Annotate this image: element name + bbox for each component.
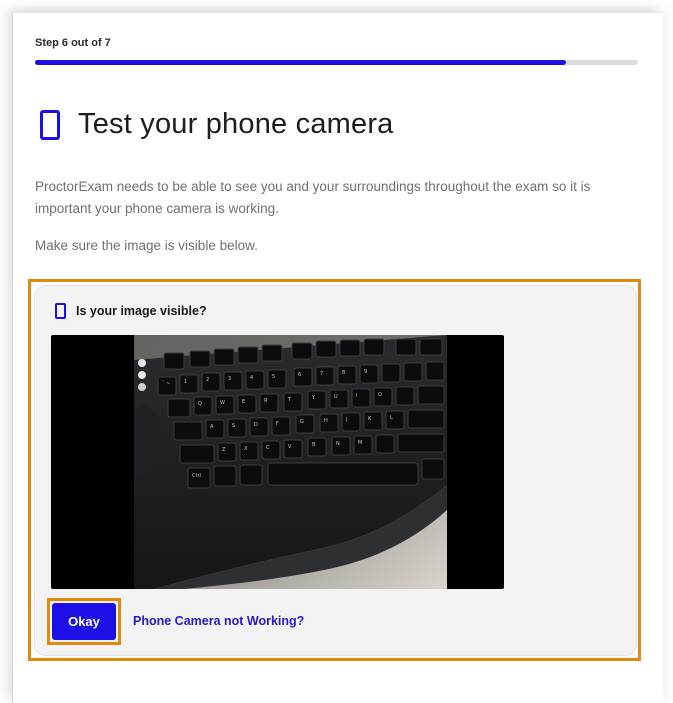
svg-text:S: S bbox=[232, 423, 235, 429]
svg-text:Z: Z bbox=[222, 447, 226, 453]
svg-text:8: 8 bbox=[342, 370, 345, 376]
svg-text:H: H bbox=[324, 418, 328, 424]
svg-text:M: M bbox=[358, 440, 362, 446]
svg-text:E: E bbox=[242, 399, 245, 405]
svg-text:V: V bbox=[288, 444, 292, 450]
svg-text:U: U bbox=[334, 394, 338, 400]
svg-text:I: I bbox=[356, 393, 357, 399]
camera-preview: ` ~ 123 456 789 QWE RTY UIO ASD FGH JKL … bbox=[51, 335, 504, 589]
svg-text:A: A bbox=[210, 424, 214, 430]
svg-text:F: F bbox=[276, 421, 279, 427]
card-question: Is your image visible? bbox=[76, 304, 207, 318]
progress-bar-fill bbox=[35, 60, 566, 65]
camera-check-card: Is your image visible? ` ~ 1 2 3 4 5 6 7… bbox=[34, 285, 637, 656]
svg-text:2: 2 bbox=[206, 377, 209, 383]
page-header: Test your phone camera bbox=[40, 108, 394, 141]
svg-text:N: N bbox=[336, 441, 340, 447]
svg-text:D: D bbox=[254, 422, 258, 428]
svg-text:1: 1 bbox=[184, 379, 187, 385]
phone-camera-not-working-link[interactable]: Phone Camera not Working? bbox=[133, 614, 304, 628]
description-text: ProctorExam needs to be able to see you … bbox=[35, 179, 591, 216]
svg-text:4: 4 bbox=[250, 375, 253, 381]
page-title: Test your phone camera bbox=[78, 108, 394, 140]
svg-text:Ctrl: Ctrl bbox=[192, 473, 201, 479]
svg-text:7: 7 bbox=[320, 371, 323, 377]
camera-feed-image: ` ~ 123 456 789 QWE RTY UIO ASD FGH JKL … bbox=[134, 335, 447, 589]
svg-text:6: 6 bbox=[298, 372, 301, 378]
card-header: Is your image visible? bbox=[55, 303, 207, 319]
svg-text:X: X bbox=[244, 446, 248, 452]
svg-text:9: 9 bbox=[364, 369, 367, 375]
phone-icon bbox=[40, 109, 60, 140]
svg-text:B: B bbox=[312, 442, 316, 448]
svg-text:R: R bbox=[264, 398, 268, 404]
phone-icon bbox=[55, 303, 66, 319]
svg-text:5: 5 bbox=[272, 374, 275, 380]
svg-text:C: C bbox=[266, 445, 270, 451]
svg-text:O: O bbox=[378, 392, 382, 398]
svg-text:L: L bbox=[390, 415, 393, 421]
progress-bar bbox=[35, 60, 638, 65]
step-indicator: Step 6 out of 7 bbox=[35, 37, 111, 49]
svg-text:3: 3 bbox=[228, 376, 231, 382]
okay-button[interactable]: Okay bbox=[52, 603, 116, 640]
svg-text:G: G bbox=[300, 419, 304, 425]
svg-text:Q: Q bbox=[198, 401, 202, 407]
svg-text:J: J bbox=[345, 417, 347, 423]
hint-text: Make sure the image is visible below. bbox=[35, 238, 258, 253]
svg-text:W: W bbox=[220, 400, 225, 406]
svg-text:` ~: ` ~ bbox=[162, 381, 170, 387]
